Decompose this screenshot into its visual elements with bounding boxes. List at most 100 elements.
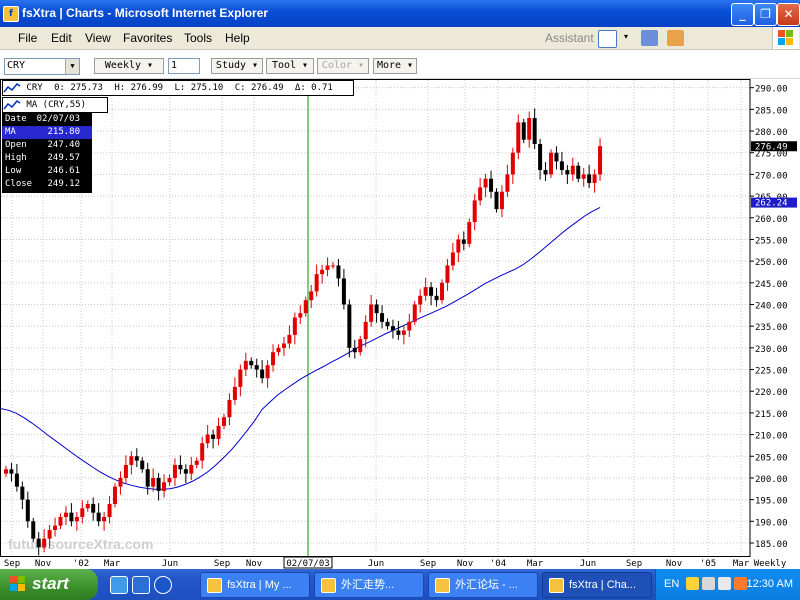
chevron-down-icon[interactable]: ▾ xyxy=(624,32,628,41)
menu-edit[interactable]: Edit xyxy=(51,31,72,45)
print-icon[interactable] xyxy=(641,30,658,46)
close-button[interactable]: ✕ xyxy=(777,3,800,26)
info-row: High 249.57 xyxy=(5,153,80,163)
candle-body xyxy=(271,352,276,366)
fs-icon xyxy=(435,577,450,593)
x-tick-label: Sep xyxy=(626,559,642,569)
desktop-icon[interactable] xyxy=(132,576,150,594)
y-tick-label: 245.00 xyxy=(755,280,788,290)
chart-canvas[interactable]: 290.00285.00280.00275.00270.00265.00260.… xyxy=(0,79,800,569)
candle-body xyxy=(20,486,25,500)
fs-icon xyxy=(321,577,336,593)
candle-body xyxy=(243,360,248,370)
candle-body xyxy=(440,282,444,301)
menu-favorites[interactable]: Favorites xyxy=(123,31,172,45)
y-tick-label: 285.00 xyxy=(755,106,788,116)
candle-body xyxy=(489,178,494,192)
candle-body xyxy=(47,529,52,539)
candle-body xyxy=(80,508,85,517)
minimize-button[interactable]: _ xyxy=(731,3,754,26)
research-icon[interactable] xyxy=(667,30,684,46)
candle-body xyxy=(36,538,41,548)
system-tray: EN 12:30 AM xyxy=(655,569,800,600)
candle-body xyxy=(516,122,521,153)
security-icon[interactable] xyxy=(734,577,747,590)
candle-body xyxy=(74,516,79,522)
plot-area xyxy=(0,79,751,557)
info-row: Open 247.40 xyxy=(5,140,80,150)
candle-body xyxy=(85,503,90,509)
legend-change: Δ: 0.71 xyxy=(294,83,333,93)
study-dropdown[interactable]: Study ▾ xyxy=(211,58,263,74)
tool-dropdown[interactable]: Tool ▾ xyxy=(266,58,314,74)
x-tick-label: '05 xyxy=(700,559,716,569)
maximize-button[interactable]: ❐ xyxy=(754,3,777,26)
task-forex-trend[interactable]: 外汇走势... xyxy=(314,572,424,598)
color-dropdown[interactable]: Color ▾ xyxy=(317,58,369,74)
candle-body xyxy=(461,239,466,244)
menu-help[interactable]: Help xyxy=(225,31,250,45)
candle-body xyxy=(287,334,292,344)
candle-body xyxy=(63,512,68,517)
study-legend[interactable]: MA (CRY,55) xyxy=(2,97,108,113)
candle-body xyxy=(467,222,472,244)
candle-body xyxy=(331,265,335,267)
line-chart-icon xyxy=(3,82,21,92)
windows-logo-icon xyxy=(10,576,26,592)
tray-app-icon[interactable] xyxy=(686,577,699,590)
candle-body xyxy=(347,304,352,348)
candle-body xyxy=(91,503,96,513)
clock: 12:30 AM xyxy=(746,578,793,590)
info-row: Low 246.61 xyxy=(5,166,80,176)
menu-file[interactable]: File xyxy=(18,31,37,45)
mail-icon[interactable] xyxy=(598,30,617,48)
candle-body xyxy=(172,464,177,478)
candle-body xyxy=(9,469,14,474)
task-fsxtra-charts[interactable]: fsXtra | Cha... xyxy=(542,572,652,598)
period-count-input[interactable]: 1 xyxy=(168,58,200,74)
legend-close: C: 276.49 xyxy=(234,83,284,93)
candle-body xyxy=(494,191,499,210)
data-info-box: Date 02/07/03 MA 215.80 Open 247.40 High 249… xyxy=(2,113,92,193)
task-forex-forum[interactable]: 外汇论坛 - ... xyxy=(428,572,538,598)
legend-high: H: 276.99 xyxy=(114,83,164,93)
language-indicator[interactable]: EN xyxy=(664,578,679,590)
task-fsxtra-my[interactable]: fsXtra | My ... xyxy=(200,572,310,598)
price-chart[interactable]: 290.00285.00280.00275.00270.00265.00260.… xyxy=(0,79,800,569)
network-icon[interactable] xyxy=(702,577,715,590)
candle-body xyxy=(456,239,461,253)
messenger-icon[interactable] xyxy=(154,576,172,594)
x-tick-label: Mar xyxy=(527,559,544,569)
candle-body xyxy=(390,326,395,331)
start-button[interactable]: start xyxy=(0,569,98,600)
info-row: MA 215.80 xyxy=(2,126,92,139)
legend-open: 0: 275.73 xyxy=(54,83,103,93)
period-dropdown[interactable]: Weekly ▾ xyxy=(94,58,164,74)
candle-body xyxy=(412,304,417,322)
chevron-down-icon[interactable]: ▼ xyxy=(65,59,79,74)
menu-view[interactable]: View xyxy=(85,31,111,45)
ie-icon[interactable] xyxy=(110,576,128,594)
candle-body xyxy=(320,269,325,275)
candle-body xyxy=(194,460,199,465)
line-chart-icon xyxy=(3,99,21,109)
more-dropdown[interactable]: More ▾ xyxy=(373,58,417,74)
symbol-select[interactable]: CRY ▼ xyxy=(4,58,80,75)
candle-body xyxy=(352,347,357,353)
candle-body xyxy=(260,369,265,379)
taskbar: start fsXtra | My ... 外汇走势... 外汇论坛 - ...… xyxy=(0,569,800,600)
candle-body xyxy=(200,443,205,461)
ohlc-legend: CRY 0: 275.73 H: 276.99 L: 275.10 C: 276… xyxy=(2,80,354,96)
candle-body xyxy=(385,321,390,327)
info-row: Close 249.12 xyxy=(5,179,80,189)
candle-body xyxy=(581,174,586,179)
y-tick-label: 215.00 xyxy=(755,410,788,420)
candle-body xyxy=(123,464,128,478)
candle-body xyxy=(521,122,526,140)
x-tick-label: Jun xyxy=(580,559,596,569)
assistant-label[interactable]: Assistant xyxy=(545,31,594,45)
volume-icon[interactable] xyxy=(718,577,731,590)
candle-body xyxy=(102,516,107,522)
menu-tools[interactable]: Tools xyxy=(184,31,212,45)
candle-body xyxy=(183,469,188,474)
